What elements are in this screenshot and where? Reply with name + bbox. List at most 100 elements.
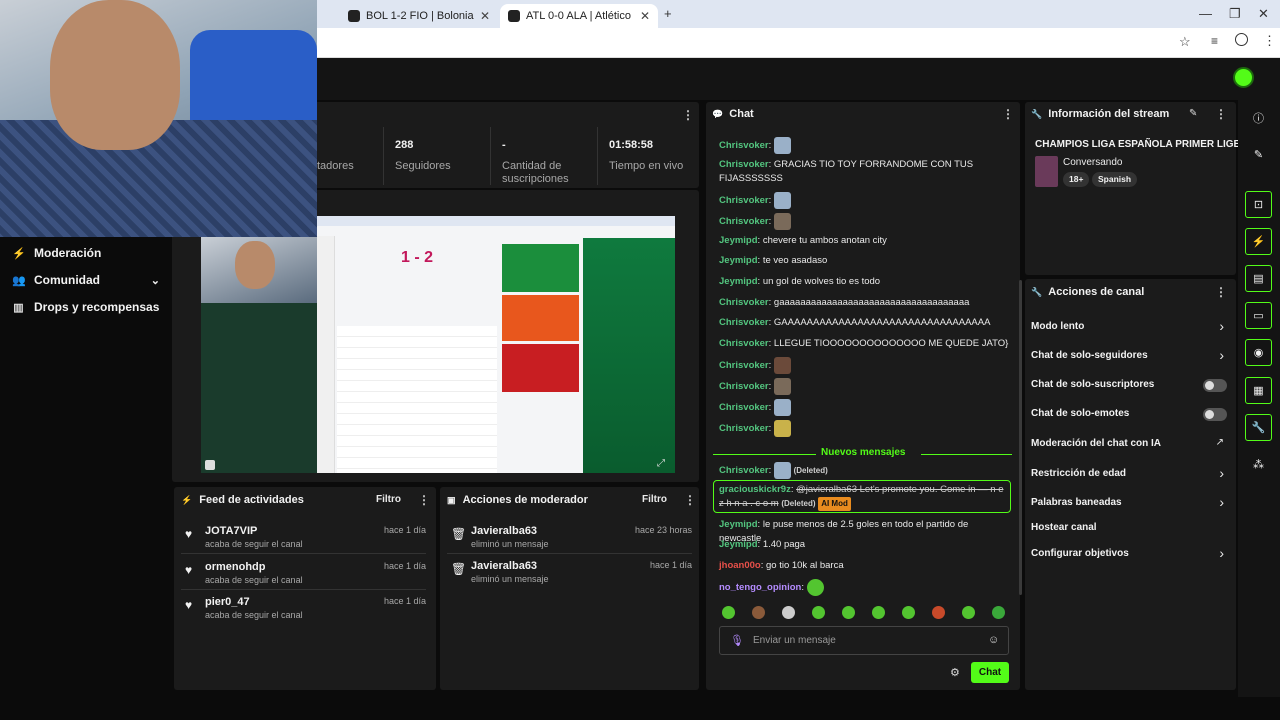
document-icon[interactable]: ▤ — [1245, 265, 1272, 292]
stream-info-panel — [1025, 102, 1236, 275]
chat-message: Chrisvoker: — [719, 213, 1009, 230]
pip-toggle-icon[interactable] — [205, 460, 215, 470]
emote-icon[interactable] — [962, 606, 975, 619]
feed-user[interactable]: ormenohdp — [205, 561, 266, 573]
emote-icon[interactable] — [992, 606, 1005, 619]
stream-info-menu-icon[interactable]: ⋮ — [1215, 107, 1227, 121]
action-host-channel[interactable]: Hostear canal — [1031, 521, 1227, 537]
chat-username[interactable]: graciouskickr9z — [719, 484, 791, 495]
chat-username[interactable]: Chrisvoker — [719, 338, 769, 349]
user-avatar[interactable] — [1233, 67, 1254, 88]
subscribers-only-toggle[interactable] — [1203, 379, 1227, 392]
action-followers-only[interactable]: Chat de solo-seguidores › — [1031, 347, 1227, 365]
chat-settings-icon[interactable]: ⚙ — [950, 666, 960, 679]
close-tab-icon[interactable]: ✕ — [640, 9, 650, 23]
stats-menu-icon[interactable]: ⋮ — [682, 108, 694, 122]
chat-username[interactable]: no_tengo_opinion — [719, 582, 801, 593]
close-tab-icon[interactable]: ✕ — [480, 9, 490, 23]
activity-filter-button[interactable]: Filtro — [376, 494, 401, 505]
feed-user[interactable]: JOTA7VIP — [205, 525, 257, 537]
minimize-icon[interactable]: — — [1199, 6, 1212, 21]
chat-scrollbar[interactable] — [1019, 280, 1022, 595]
chat-username[interactable]: Chrisvoker — [719, 381, 769, 392]
chat-send-button[interactable]: Chat — [971, 662, 1009, 683]
emote-icon[interactable] — [782, 606, 795, 619]
chat-username[interactable]: Chrisvoker — [719, 195, 769, 206]
mod-menu-icon[interactable]: ⋮ — [684, 493, 696, 507]
chat-username[interactable]: Jeymipd — [719, 276, 758, 287]
info-icon[interactable]: ⓘ — [1245, 104, 1272, 131]
fullscreen-icon[interactable]: ⤢ — [657, 458, 665, 469]
action-age-restriction[interactable]: Restricción de edad › — [1031, 465, 1227, 483]
emote-icon — [773, 399, 791, 416]
mod-user[interactable]: Javieralba63 — [471, 525, 537, 537]
chat-username[interactable]: Chrisvoker — [719, 317, 769, 328]
chat-username[interactable]: Jeymipd — [719, 235, 758, 246]
feed-user[interactable]: pier0_47 — [205, 596, 250, 608]
chat-menu-icon[interactable]: ⋮ — [1002, 107, 1014, 121]
category-thumbnail[interactable] — [1035, 156, 1058, 187]
chat-username[interactable]: Chrisvoker — [719, 140, 769, 151]
emote-icon[interactable] — [812, 606, 825, 619]
mod-filter-button[interactable]: Filtro — [642, 494, 667, 505]
chat-username[interactable]: Jeymipd — [719, 539, 758, 550]
action-slow-mode[interactable]: Modo lento › — [1031, 318, 1227, 336]
chat-username[interactable]: Chrisvoker — [719, 297, 769, 308]
chat-username[interactable]: Chrisvoker — [719, 423, 769, 434]
chat-username[interactable]: Chrisvoker — [719, 159, 769, 170]
chat-message: Chrisvoker: — [719, 357, 1009, 374]
stream-info-header: 🔧 Información del stream — [1031, 108, 1169, 120]
focus-icon[interactable]: ⊡ — [1245, 191, 1272, 218]
edit-icon[interactable]: ✎ — [1189, 108, 1197, 119]
live-time: 01:58:58 — [609, 139, 654, 151]
emotes-only-toggle[interactable] — [1203, 408, 1227, 421]
browser-menu-icon[interactable]: ⋮ — [1263, 33, 1276, 49]
action-banned-words[interactable]: Palabras baneadas › — [1031, 494, 1227, 512]
emote-icon[interactable] — [722, 606, 735, 619]
wrench-icon[interactable]: 🔧 — [1245, 414, 1272, 441]
broadcast-icon[interactable]: ◉ — [1245, 339, 1272, 366]
chat-username[interactable]: jhoan00o — [719, 560, 761, 571]
nav-community[interactable]: 👥 Comunidad ⌄ — [12, 273, 160, 287]
action-ai-moderation[interactable]: Moderación del chat con IA ↗ — [1031, 437, 1227, 453]
channel-actions-menu-icon[interactable]: ⋮ — [1215, 285, 1227, 299]
emoji-icon[interactable]: ☺ — [988, 634, 999, 646]
action-label: Chat de solo-suscriptores — [1031, 379, 1155, 390]
chat-username[interactable]: Chrisvoker — [719, 402, 769, 413]
stream-category[interactable]: Conversando — [1063, 157, 1122, 168]
shapes-icon[interactable]: ⁂ — [1245, 451, 1272, 478]
browser-tab-bologna[interactable]: BOL 1-2 FIO | Bolonia vs Fiorenti ✕ — [340, 4, 498, 28]
chat-username[interactable]: Jeymipd — [719, 519, 758, 530]
restore-icon[interactable]: ❐ — [1229, 6, 1241, 22]
browser-tab-atletico[interactable]: ATL 0-0 ALA | Atlético de Madri ✕ — [500, 4, 658, 28]
mod-user[interactable]: Javieralba63 — [471, 560, 537, 572]
chat-icon[interactable]: ▭ — [1245, 302, 1272, 329]
chat-username[interactable]: Chrisvoker — [719, 360, 769, 371]
chat-username[interactable]: Jeymipd — [719, 255, 758, 266]
action-configure-goals[interactable]: Configurar objetivos › — [1031, 545, 1227, 563]
bookmark-star-icon[interactable]: ☆ — [1179, 34, 1191, 50]
chat-input[interactable]: 🎙 Enviar un mensaje ☺ — [719, 626, 1009, 655]
channel-actions-header: 🔧 Acciones de canal — [1031, 286, 1144, 298]
chat-message: Chrisvoker: — [719, 420, 1009, 437]
activity-menu-icon[interactable]: ⋮ — [418, 493, 430, 507]
profile-icon[interactable] — [1235, 33, 1248, 46]
emote-icon[interactable] — [902, 606, 915, 619]
microphone-icon[interactable]: 🎙 — [730, 634, 744, 647]
chat-username[interactable]: Chrisvoker — [719, 216, 769, 227]
new-tab-button[interactable]: + — [664, 6, 672, 21]
emote-icon[interactable] — [932, 606, 945, 619]
new-messages-divider[interactable]: Nuevos mensajes — [713, 447, 1012, 461]
chat-username[interactable]: Chrisvoker — [719, 465, 769, 476]
emote-icon — [773, 462, 791, 479]
nav-drops[interactable]: ▥ Drops y recompensas — [12, 300, 159, 314]
emote-icon[interactable] — [872, 606, 885, 619]
nav-moderation[interactable]: ⚡ Moderación — [12, 246, 101, 260]
emote-icon[interactable] — [752, 606, 765, 619]
pencil-icon[interactable]: ✎ — [1245, 141, 1272, 168]
layout-icon[interactable]: ▦ — [1245, 377, 1272, 404]
media-control-icon[interactable]: ≡ — [1211, 34, 1218, 48]
lightning-icon[interactable]: ⚡ — [1245, 228, 1272, 255]
emote-icon[interactable] — [842, 606, 855, 619]
close-window-icon[interactable]: ✕ — [1258, 6, 1269, 22]
